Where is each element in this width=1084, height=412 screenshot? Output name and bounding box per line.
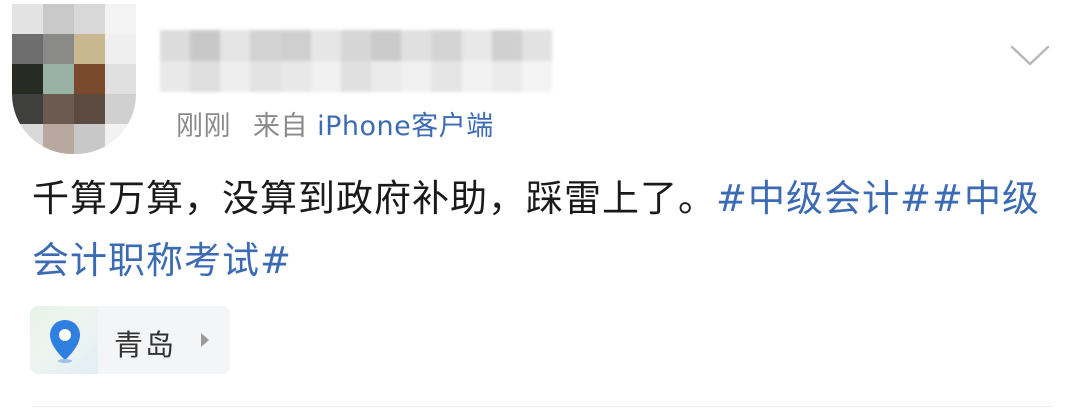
chevron-right-icon [201, 333, 209, 347]
post-time: 刚刚 [176, 111, 231, 142]
chevron-down-icon[interactable] [1010, 44, 1050, 68]
location-name: 青岛 [114, 328, 177, 362]
location-pin-icon [50, 320, 80, 363]
post-content: 千算万算，没算到政府补助，踩雷上了。#中级会计##中级会计职称考试# [32, 168, 1042, 292]
post-text: 千算万算，没算到政府补助，踩雷上了。 [32, 177, 716, 220]
weibo-post: 刚刚 来自 iPhone客户端 千算万算，没算到政府补助，踩雷上了。#中级会计##… [0, 0, 1084, 412]
location-tag[interactable]: 青岛 [30, 306, 230, 374]
source-prefix: 来自 [253, 111, 308, 142]
source-client-link[interactable]: iPhone客户端 [317, 111, 494, 142]
username-blurred[interactable] [160, 30, 552, 92]
post-meta: 刚刚 来自 iPhone客户端 [176, 104, 494, 143]
avatar[interactable] [12, 4, 136, 154]
topic-link[interactable]: #中级会计# [716, 177, 932, 220]
divider [32, 406, 1052, 407]
